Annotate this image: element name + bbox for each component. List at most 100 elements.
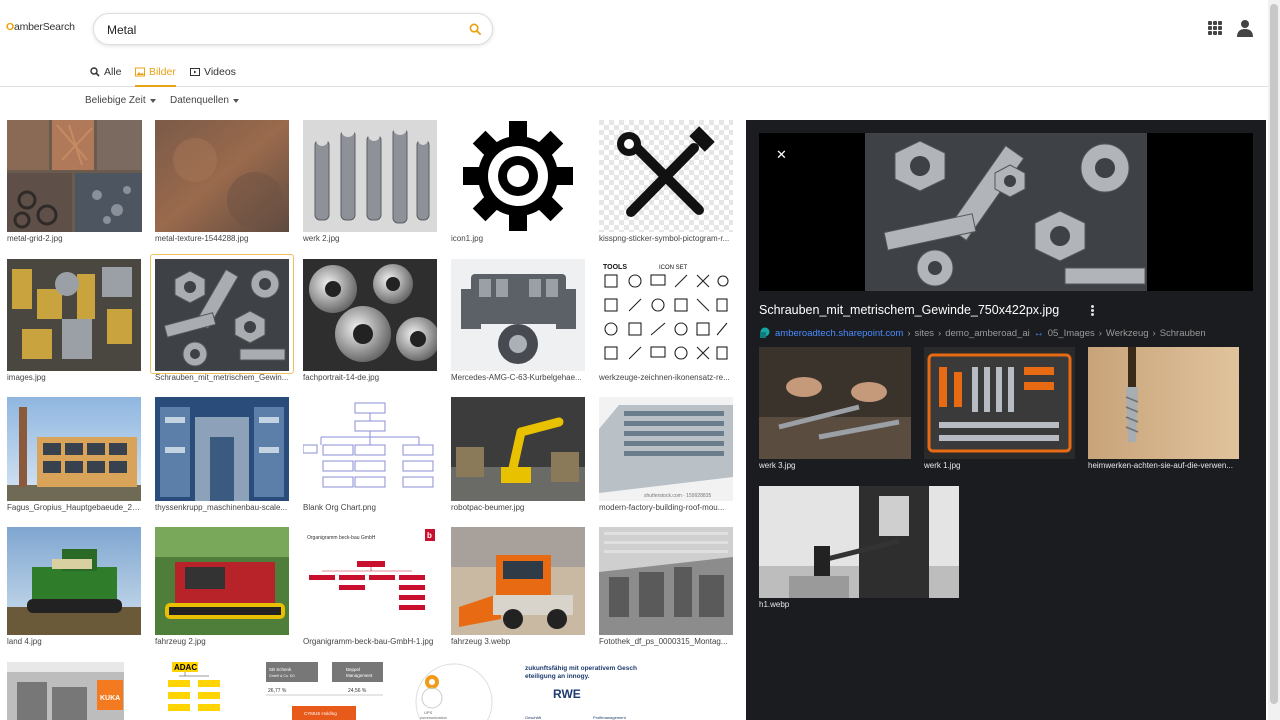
result-thumbnail[interactable] — [7, 527, 141, 635]
related-caption: werk 3.jpg — [759, 461, 796, 470]
result-thumbnail[interactable]: KUKA — [7, 662, 124, 720]
result-thumbnail[interactable] — [451, 397, 585, 501]
slide-headline-1: zukunftsfähig mit operativem Gesch — [525, 665, 637, 672]
adac-logo: ADAC — [174, 663, 197, 672]
chevron-down-icon — [232, 98, 239, 103]
time-filter-dropdown[interactable]: Beliebige Zeit — [85, 95, 156, 106]
icon-sheet-subtitle: ICON SET — [659, 265, 688, 271]
tab-label: Bilder — [149, 66, 176, 78]
result-caption: werkzeuge-zeichnen-ikonensatz-re... — [599, 373, 730, 382]
link-arrows-icon: ↔ — [1033, 327, 1044, 339]
result-caption: metal-texture-1544288.jpg — [155, 234, 249, 243]
path-segment[interactable]: demo_amberoad_ai — [945, 328, 1030, 339]
tab-videos[interactable]: Videos — [190, 63, 236, 81]
path-segment[interactable]: sites — [915, 328, 935, 339]
result-caption: robotpac-beumer.jpg — [451, 503, 525, 512]
chevron-down-icon — [149, 98, 156, 103]
result-thumbnail[interactable] — [599, 527, 733, 635]
result-caption: Mercedes-AMG-C-63-Kurbelgehae... — [451, 373, 582, 382]
search-icon[interactable] — [469, 23, 482, 36]
result-thumbnail[interactable] — [303, 120, 437, 232]
top-bar: OamberSearch — [0, 0, 1280, 58]
time-filter-label: Beliebige Zeit — [85, 95, 146, 106]
result-thumbnail[interactable]: TOOLS ICON SET — [599, 259, 733, 371]
org-chart-logo: b — [427, 531, 432, 540]
source-path: amberoadtech.sharepoint.com › sites › de… — [759, 327, 1206, 339]
result-caption: metal-grid-2.jpg — [7, 234, 63, 243]
related-thumbnail[interactable] — [1088, 347, 1239, 459]
related-caption: h1.webp — [759, 600, 790, 609]
video-icon — [190, 68, 200, 76]
image-icon — [135, 67, 145, 77]
result-caption: land 4.jpg — [7, 637, 42, 646]
result-thumbnail[interactable] — [7, 120, 142, 232]
result-caption: Schrauben_mit_metrischem_Gewin... — [155, 373, 289, 382]
path-segment[interactable]: Werkzeug — [1106, 328, 1149, 339]
result-thumbnail[interactable] — [303, 259, 437, 371]
result-caption: fachportrait-14-de.jpg — [303, 373, 380, 382]
tab-bilder[interactable]: Bilder — [135, 63, 176, 87]
more-options-icon[interactable] — [1089, 304, 1095, 318]
result-thumbnail[interactable] — [7, 259, 141, 371]
slide-label-geschaeft: Geschäft — [525, 715, 542, 720]
result-thumbnail[interactable] — [451, 120, 585, 232]
source-filter-label: Datenquellen — [170, 95, 229, 106]
result-thumbnail[interactable] — [155, 527, 289, 635]
related-thumbnail[interactable] — [759, 486, 959, 598]
source-host-link[interactable]: amberoadtech.sharepoint.com — [775, 328, 903, 339]
result-thumbnail[interactable] — [451, 527, 585, 635]
tab-alle[interactable]: Alle — [90, 63, 122, 81]
close-icon[interactable]: ✕ — [776, 148, 788, 161]
result-thumbnail[interactable] — [155, 397, 289, 501]
related-thumbnail[interactable] — [924, 347, 1075, 459]
org-chart-title: Organigramm beck-bau GmbH — [307, 535, 376, 541]
result-thumbnail[interactable]: SB Schenk GmbH & Co. KG Beppel Managemen… — [266, 662, 383, 720]
result-thumbnail[interactable]: zukunftsfähig mit operativem Gesch eteil… — [523, 662, 643, 720]
rwe-logo: RWE — [553, 687, 581, 701]
result-thumbnail[interactable]: UPS communication — [396, 662, 513, 720]
result-thumbnail[interactable]: shutterstock.com · 159928835 — [599, 397, 733, 501]
result-caption: icon1.jpg — [451, 234, 484, 243]
org-box-beppel-sub: Management — [346, 673, 373, 678]
related-thumbnail[interactable] — [759, 347, 911, 459]
result-thumbnail[interactable] — [155, 120, 289, 232]
result-thumbnail[interactable]: ADAC — [158, 662, 230, 720]
page-scrollbar[interactable] — [1268, 0, 1280, 720]
search-input[interactable] — [107, 21, 447, 39]
path-separator: › — [1098, 327, 1102, 339]
preview-title: Schrauben_mit_metrischem_Gewinde_750x422… — [759, 303, 1060, 317]
result-caption: werk 2.jpg — [303, 234, 340, 243]
result-caption: Fotothek_df_ps_0000315_Montag... — [599, 637, 728, 646]
ambersearch-logo[interactable]: OamberSearch — [6, 21, 75, 33]
result-thumbnail[interactable] — [599, 120, 733, 232]
result-thumbnail[interactable]: Organigramm beck-bau GmbH b — [303, 527, 437, 635]
result-thumbnail[interactable] — [155, 259, 289, 371]
org-box-beppel: Beppel — [346, 667, 360, 672]
source-filter-dropdown[interactable]: Datenquellen — [170, 95, 239, 106]
org-share-2: 24,56 % — [348, 688, 367, 694]
path-separator: › — [938, 327, 942, 339]
path-segment[interactable]: 05_Images — [1048, 328, 1095, 339]
tab-label: Videos — [204, 66, 236, 78]
apps-grid-icon[interactable] — [1208, 21, 1222, 35]
icon-sheet-title: TOOLS — [603, 264, 627, 271]
result-caption: Blank Org Chart.png — [303, 503, 376, 512]
result-caption: fahrzeug 2.jpg — [155, 637, 206, 646]
tab-label: Alle — [104, 66, 122, 78]
slide-headline-2: eteiligung an innogy. — [525, 673, 590, 680]
preview-image[interactable] — [865, 133, 1147, 291]
image-preview-panel: ✕ Schrauben_mit_metrischem_Gewinde_750x4… — [746, 120, 1266, 720]
scrollbar-thumb[interactable] — [1270, 4, 1278, 704]
result-caption: images.jpg — [7, 373, 46, 382]
path-segment[interactable]: Schrauben — [1160, 328, 1206, 339]
user-icon[interactable] — [1237, 19, 1253, 37]
slide-label-profit: Profitmanagement — [593, 715, 627, 720]
result-caption: kisspng-sticker-symbol-pictogram-r... — [599, 234, 730, 243]
result-thumbnail[interactable] — [303, 397, 437, 501]
result-thumbnail[interactable] — [7, 397, 141, 501]
image-credit: shutterstock.com · 159928835 — [644, 493, 711, 499]
result-thumbnail[interactable] — [451, 259, 585, 371]
path-separator: › — [907, 327, 911, 339]
org-box-holding: CYMUS Holding — [304, 711, 337, 716]
preview-image-area: ✕ — [759, 133, 1253, 291]
